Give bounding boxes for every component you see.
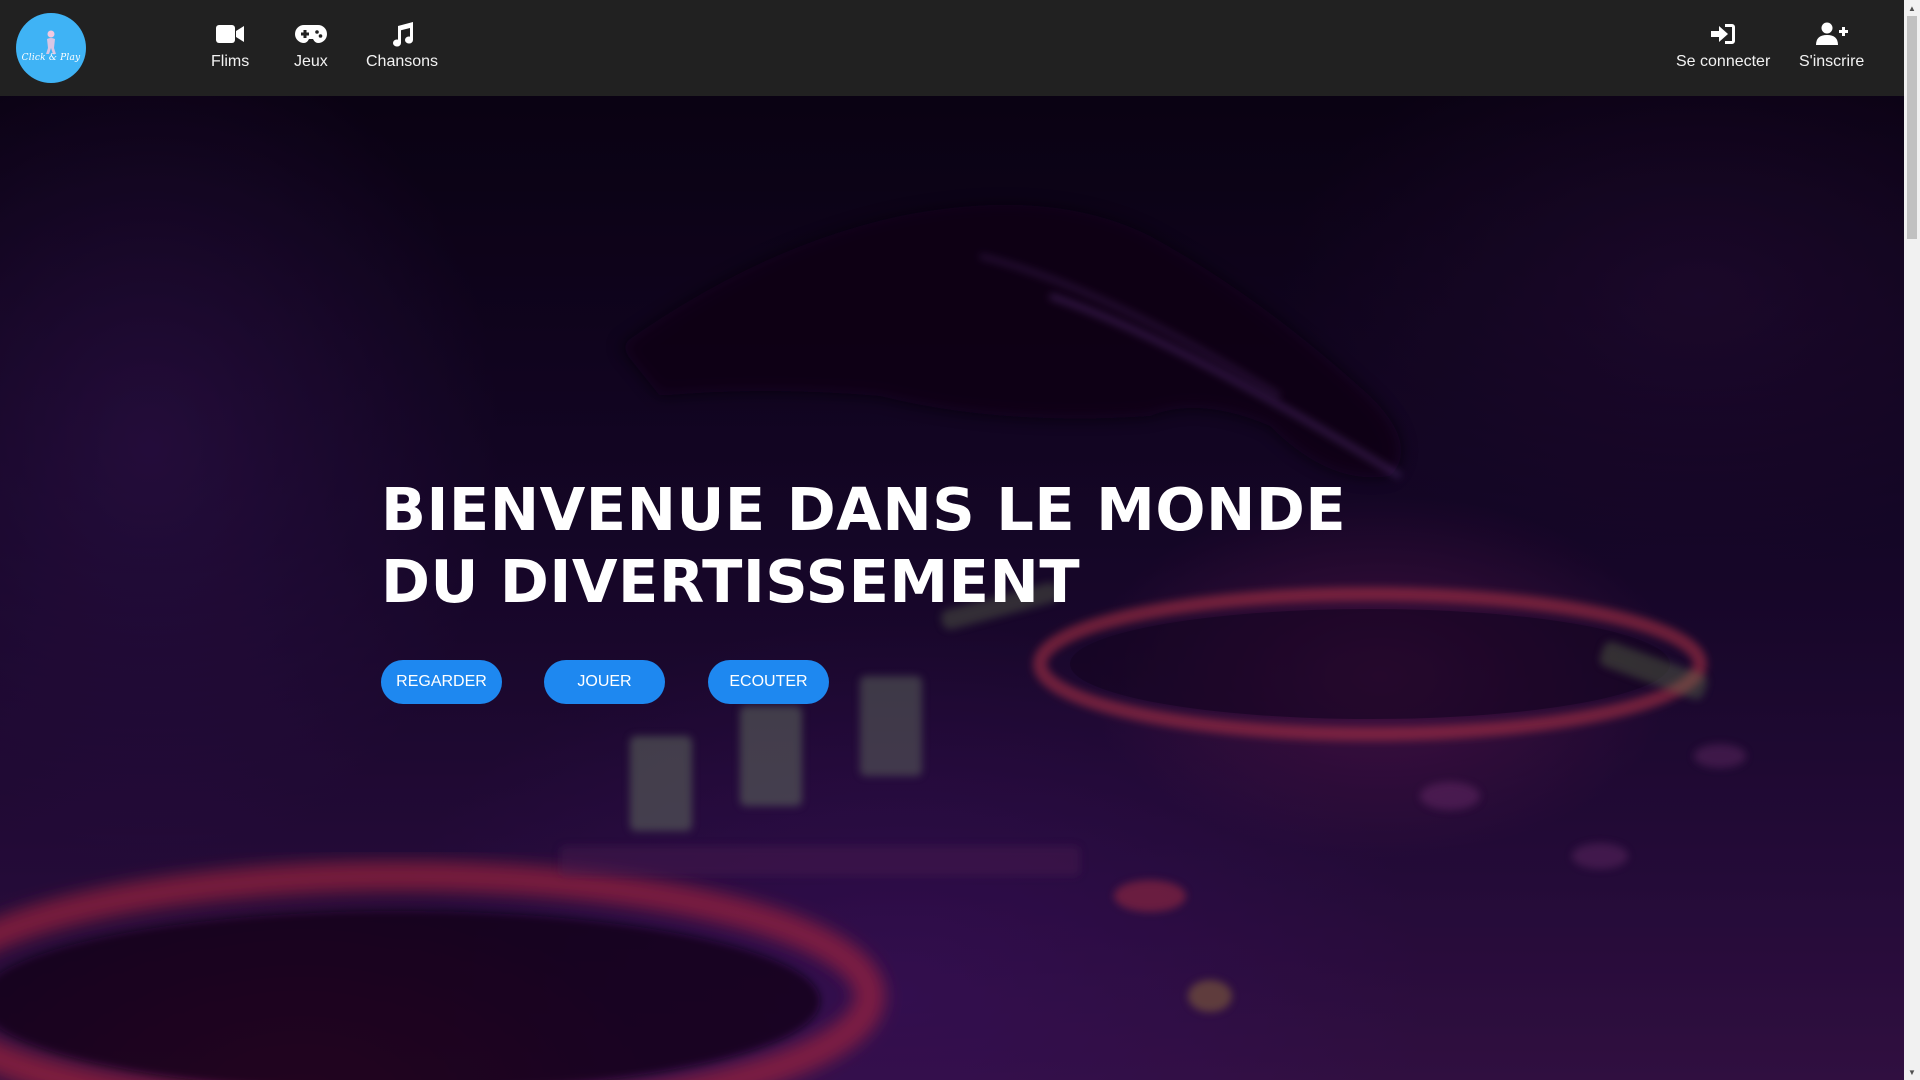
hero-title: BIENVENUE DANS LE MONDE DU DIVERTISSEMEN…: [381, 475, 1347, 616]
user-plus-icon: [1815, 20, 1848, 48]
scroll-up-arrow-icon[interactable]: ▲: [1904, 0, 1920, 16]
scroll-down-arrow-icon[interactable]: ▼: [1904, 1064, 1920, 1080]
nav-item-label: Se connecter: [1676, 53, 1771, 70]
gamepad-icon: [294, 20, 327, 48]
video-camera-icon: [215, 20, 245, 48]
play-button[interactable]: JOUER: [544, 660, 665, 704]
nav-item-label: Chansons: [366, 53, 439, 70]
listen-button[interactable]: ECOUTER: [708, 660, 829, 704]
top-navbar: Click & Play Flims Jeux Chansons Se conn…: [0, 0, 1904, 96]
nav-item-label: Jeux: [294, 53, 328, 70]
hero-section: BIENVENUE DANS LE MONDE DU DIVERTISSEMEN…: [0, 96, 1904, 1080]
nav-item-label: S'inscrire: [1799, 53, 1865, 70]
site-logo[interactable]: Click & Play: [16, 13, 86, 83]
nav-item-chansons[interactable]: Chansons: [366, 20, 438, 71]
sign-in-icon: [1710, 20, 1736, 48]
watch-button[interactable]: REGARDER: [381, 660, 502, 704]
music-note-icon: [390, 20, 414, 48]
logo-figure-icon: [46, 30, 56, 54]
nav-item-register[interactable]: S'inscrire: [1799, 20, 1864, 71]
nav-item-login[interactable]: Se connecter: [1676, 20, 1770, 71]
scrollbar-thumb[interactable]: [1907, 16, 1917, 239]
nav-item-films[interactable]: Flims: [211, 20, 249, 71]
nav-item-jeux[interactable]: Jeux: [294, 20, 328, 71]
nav-item-label: Flims: [211, 53, 250, 70]
page-scrollbar[interactable]: ▲ ▼: [1904, 0, 1920, 1080]
